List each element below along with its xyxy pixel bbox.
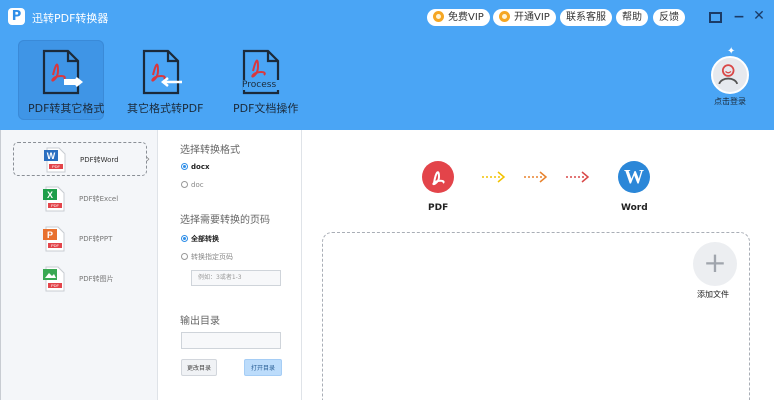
add-file-button[interactable]: +	[693, 242, 737, 286]
sidebar-item-pdf-to-word[interactable]: W PDF PDF转Word	[13, 142, 147, 176]
tab-pdf-to-other-label: PDF转其它格式	[28, 102, 105, 115]
app-title: 迅转PDF转换器	[32, 12, 109, 25]
sidebar-item-pdf-to-excel[interactable]: X PDF PDF转Excel	[13, 182, 147, 216]
sidebar-item-pdf-to-image[interactable]: PDF PDF转图片	[13, 262, 147, 296]
excel-file-icon: X PDF	[43, 186, 65, 212]
to-format-label: Word	[621, 203, 648, 213]
vip-coin-icon	[433, 11, 444, 22]
sidebar-item-label: PDF转PPT	[79, 235, 113, 243]
svg-text:PDF: PDF	[52, 164, 61, 169]
vip-coin-icon	[499, 11, 510, 22]
output-heading: 输出目录	[180, 316, 220, 327]
sidebar-item-label: PDF转图片	[79, 275, 114, 283]
avatar[interactable]	[711, 56, 749, 94]
sidebar-item-label: PDF转Word	[80, 156, 119, 164]
svg-text:PDF: PDF	[51, 243, 60, 248]
svg-text:W: W	[47, 151, 56, 161]
image-file-icon: PDF	[43, 266, 65, 292]
free-vip-button[interactable]: 免费VIP	[427, 9, 490, 26]
options-panel: 选择转换格式 docx doc 选择需要转换的页码 全部转换 转换指定页码 例如…	[159, 130, 302, 400]
main-area: PDF W Word + 添加文件	[303, 130, 774, 400]
sidebar-item-pdf-to-ppt[interactable]: P PDF PDF转PPT	[13, 222, 147, 256]
add-file-label: 添加文件	[697, 290, 729, 299]
svg-text:PDF: PDF	[51, 283, 60, 288]
pdf-export-icon	[42, 49, 84, 95]
svg-text:PDF: PDF	[51, 203, 60, 208]
format-docx-radio[interactable]: docx	[181, 163, 209, 171]
open-dir-button[interactable]: 打开目录	[244, 359, 282, 376]
svg-text:X: X	[47, 190, 53, 200]
close-icon[interactable]: ✕	[752, 9, 766, 23]
title-bar: P 迅转PDF转换器 免费VIP 开通VIP 联系客服 帮助 反馈 − ✕	[0, 0, 774, 34]
sidebar-item-label: PDF转Excel	[79, 195, 119, 203]
login-link[interactable]: 点击登录	[714, 96, 746, 107]
pages-all-radio[interactable]: 全部转换	[181, 234, 219, 244]
conversion-arrows-icon	[482, 171, 590, 183]
tab-other-to-pdf-label: 其它格式转PDF	[127, 102, 204, 115]
format-heading: 选择转换格式	[180, 145, 240, 156]
conversion-type-sidebar: W PDF PDF转Word › X PDF PDF转Excel P PDF P…	[0, 130, 158, 400]
feedback-button[interactable]: 反馈	[653, 9, 685, 26]
minimize-icon[interactable]: −	[732, 10, 746, 24]
pdf-import-icon	[142, 49, 182, 95]
output-dir-field[interactable]	[181, 332, 281, 349]
format-doc-radio[interactable]: doc	[181, 181, 204, 189]
pages-heading: 选择需要转换的页码	[180, 215, 270, 226]
open-vip-button[interactable]: 开通VIP	[493, 9, 556, 26]
svg-text:P: P	[47, 230, 53, 240]
pdf-format-icon	[422, 161, 454, 193]
file-drop-zone[interactable]	[322, 232, 750, 400]
plus-icon: +	[703, 246, 727, 279]
process-badge: Process	[242, 80, 277, 90]
page-range-input[interactable]: 例如：3或者1-3	[191, 270, 281, 286]
ppt-file-icon: P PDF	[43, 226, 65, 252]
maximize-icon[interactable]	[709, 12, 722, 23]
main-toolbar: PDF转其它格式 其它格式转PDF Process PDF文档操作 ✦ 点击登录	[0, 34, 774, 130]
change-dir-button[interactable]: 更改目录	[181, 359, 217, 376]
from-format-label: PDF	[428, 203, 449, 213]
chevron-right-icon: ›	[146, 154, 150, 165]
word-format-icon: W	[618, 161, 650, 193]
help-button[interactable]: 帮助	[616, 9, 648, 26]
tab-pdf-operations-label: PDF文档操作	[233, 102, 299, 115]
app-logo-icon: P	[8, 8, 25, 25]
contact-support-button[interactable]: 联系客服	[560, 9, 612, 26]
word-file-icon: W PDF	[44, 147, 66, 173]
user-icon	[718, 64, 739, 85]
pages-specific-radio[interactable]: 转换指定页码	[181, 252, 233, 262]
